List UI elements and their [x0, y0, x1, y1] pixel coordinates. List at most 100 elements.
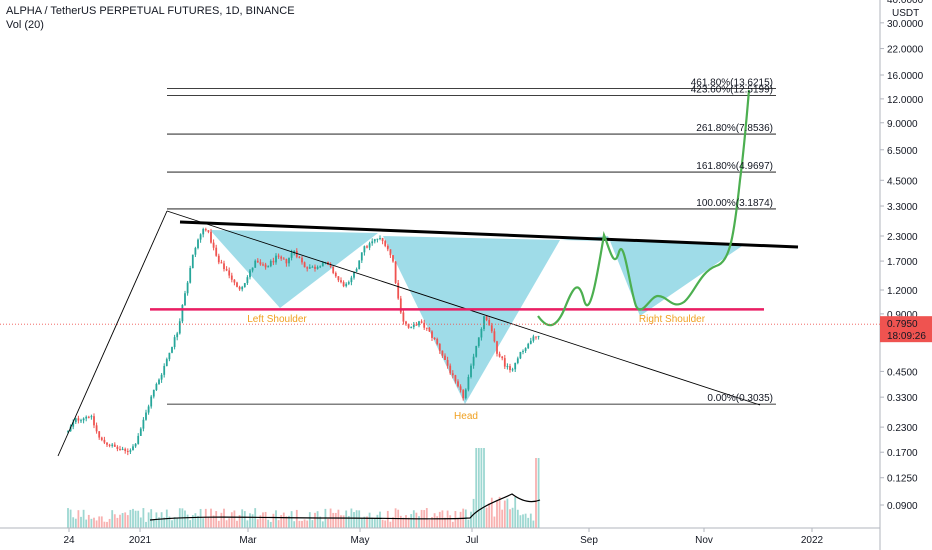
volume-bar: [311, 520, 314, 528]
candle-body: [527, 343, 530, 349]
candle-body: [519, 351, 522, 359]
volume-indicator-label[interactable]: Vol (20): [6, 18, 295, 32]
candle-body: [441, 350, 444, 356]
volume-bar: [376, 514, 379, 528]
candle-body: [275, 255, 277, 263]
candle-body: [158, 379, 160, 385]
candle-body: [522, 350, 524, 352]
candle-body: [181, 304, 184, 322]
candle-body: [228, 270, 231, 276]
candle-body: [243, 283, 246, 287]
candle-body: [145, 412, 147, 420]
candle-body: [472, 356, 475, 366]
volume-bar: [100, 516, 103, 528]
candle-body: [129, 450, 132, 452]
candle-body: [233, 279, 236, 283]
candle-body: [470, 365, 472, 377]
candle-body: [277, 255, 280, 257]
annotation-label: Left Shoulder: [247, 314, 307, 325]
volume-bar: [171, 520, 173, 528]
candle-body: [532, 336, 535, 341]
price-tick-label: 40.0000: [887, 0, 924, 6]
volume-bar: [145, 521, 147, 528]
bar-countdown: 18:09:26: [887, 331, 926, 342]
candle-body: [485, 316, 488, 321]
candle-body: [217, 255, 220, 263]
candle-body: [433, 337, 436, 340]
volume-bar: [98, 516, 101, 528]
candle-body: [103, 439, 106, 443]
volume-bar: [386, 510, 389, 528]
volume-bar: [82, 509, 85, 528]
candle-body: [189, 268, 192, 283]
time-tick-label: Mar: [239, 535, 257, 546]
candle-body: [537, 336, 540, 338]
volume-bar: [379, 511, 381, 528]
candle-body: [165, 359, 168, 366]
volume-bar: [527, 517, 530, 528]
volume-bar: [241, 509, 244, 528]
volume-bar: [483, 448, 485, 528]
candle-body: [316, 267, 319, 269]
price-tick-label: 2.3000: [887, 232, 918, 243]
candle-body: [392, 255, 394, 262]
annotation-label: Head: [454, 411, 478, 422]
volume-bar: [524, 513, 527, 528]
volume-bar: [230, 512, 233, 528]
volume-bar: [355, 510, 358, 528]
volume-bar: [155, 512, 158, 528]
pattern-fill-2: [383, 236, 560, 404]
time-tick-label: May: [351, 535, 370, 546]
candle-body: [142, 419, 145, 429]
candle-body: [215, 247, 218, 256]
volume-bar: [454, 511, 457, 528]
last-price-value: 0.7950: [887, 319, 918, 330]
price-tick-label: 16.0000: [887, 71, 924, 82]
candle-body: [405, 321, 407, 324]
volume-bar: [124, 512, 127, 528]
candle-body: [503, 358, 506, 367]
candle-body: [98, 431, 101, 438]
candle-body: [363, 246, 366, 253]
volume-bar: [204, 508, 207, 528]
volume-bar: [264, 511, 267, 528]
annotation-label: Right Shoulder: [639, 314, 706, 325]
candle-body: [412, 324, 415, 328]
volume-bar: [85, 519, 88, 528]
symbol-title[interactable]: ALPHA / TetherUS PERPETUAL FUTURES, 1D, …: [6, 4, 295, 18]
candle-body: [93, 416, 95, 426]
candle-body: [496, 341, 498, 354]
volume-bar: [467, 519, 470, 528]
candle-body: [168, 352, 171, 360]
volume-bar: [514, 497, 517, 528]
candle-body: [438, 343, 441, 351]
volume-bar: [353, 512, 355, 528]
volume-bar: [519, 515, 522, 528]
volume-bar: [405, 515, 407, 528]
candle-body: [464, 389, 467, 399]
price-tick-label: 0.2300: [887, 423, 918, 434]
time-tick-label: Nov: [695, 535, 713, 546]
volume-bar: [308, 512, 311, 528]
candle-body: [280, 256, 283, 259]
candle-body: [529, 340, 532, 344]
volume-bar: [280, 515, 283, 528]
volume-bar: [272, 513, 275, 528]
volume-bar: [529, 513, 532, 528]
pattern-fill-1: [210, 230, 378, 308]
candle-body: [176, 333, 179, 338]
candle-body: [368, 243, 371, 248]
volume-bar: [314, 512, 316, 528]
candle-body: [77, 418, 80, 421]
volume-bar: [433, 513, 436, 528]
candle-body: [259, 262, 262, 265]
candle-body: [119, 448, 121, 451]
volume-bar: [295, 509, 298, 528]
price-tick-label: 6.5000: [887, 146, 918, 157]
volume-bar: [449, 515, 452, 528]
price-chart[interactable]: 461.80%(13.6215)423.60%(12.5199)261.80%(…: [0, 0, 932, 550]
candle-body: [269, 260, 272, 267]
candle-body: [425, 327, 428, 329]
candle-body: [334, 272, 337, 277]
candle-body: [264, 264, 267, 268]
